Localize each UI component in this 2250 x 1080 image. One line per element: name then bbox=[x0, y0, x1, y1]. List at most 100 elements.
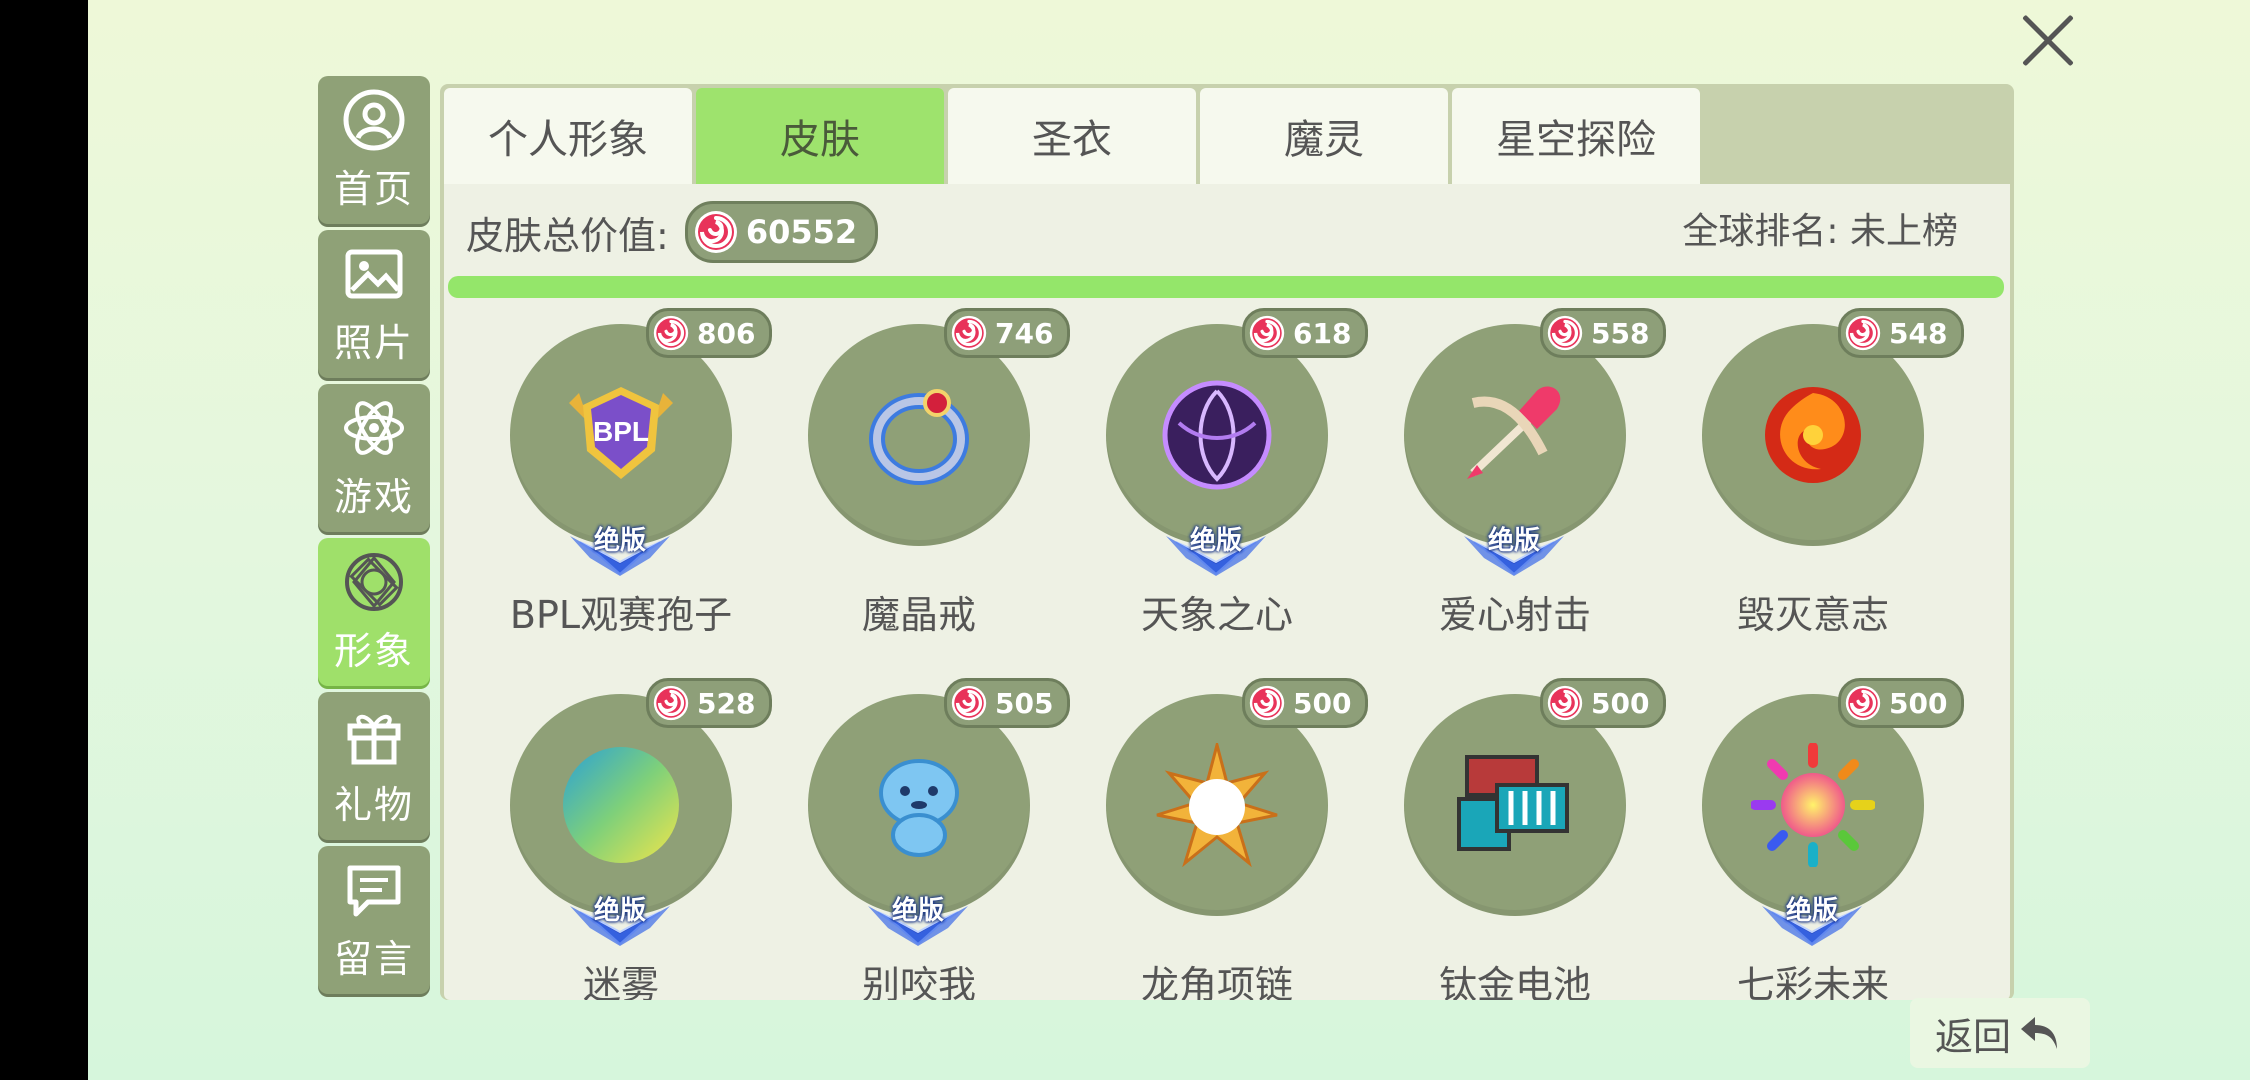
limited-badge: 绝版 bbox=[1762, 888, 1862, 946]
fire-swirl-icon bbox=[1751, 373, 1875, 497]
skin-item[interactable]: 528 绝版迷雾 bbox=[466, 664, 773, 1000]
candy-icon bbox=[1845, 315, 1881, 351]
price-value: 806 bbox=[697, 316, 756, 350]
limited-badge-label: 绝版 bbox=[593, 896, 646, 926]
tab-1[interactable]: 皮肤 bbox=[696, 88, 944, 184]
price-pill: 548 bbox=[1838, 308, 1965, 358]
total-value-label: 皮肤总价值: bbox=[466, 213, 669, 258]
candy-icon bbox=[653, 315, 689, 351]
skin-item[interactable]: 548 毁灭意志 bbox=[1658, 294, 1965, 664]
skin-item-name: 魔晶戒 bbox=[861, 593, 976, 637]
skin-item-name: 毁灭意志 bbox=[1736, 593, 1889, 637]
candy-icon bbox=[1249, 685, 1285, 721]
skin-item-name: 爱心射击 bbox=[1438, 593, 1591, 637]
sidebar-item-label: 礼物 bbox=[333, 782, 414, 827]
price-value: 500 bbox=[1889, 686, 1948, 720]
limited-badge: 绝版 bbox=[1166, 518, 1266, 576]
price-value: 528 bbox=[697, 686, 756, 720]
candy-icon bbox=[951, 685, 987, 721]
limited-badge: 绝版 bbox=[868, 888, 968, 946]
price-pill: 500 bbox=[1838, 678, 1965, 728]
candy-icon bbox=[951, 315, 987, 351]
ring-icon bbox=[857, 373, 981, 497]
price-value: 500 bbox=[1293, 686, 1352, 720]
tab-4[interactable]: 星空探险 bbox=[1452, 88, 1700, 184]
candy-icon bbox=[1547, 685, 1583, 721]
profile-panel: 个人形象 皮肤 圣衣 魔灵 星空探险 皮肤总价值: 60552 全球排名: 未上榜 BP… bbox=[440, 84, 2014, 1000]
global-rank: 全球排名: 未上榜 bbox=[1682, 211, 1958, 252]
message-icon bbox=[342, 858, 406, 922]
sun-burst-icon bbox=[1155, 743, 1279, 867]
limited-badge-label: 绝版 bbox=[1189, 526, 1242, 556]
close-icon bbox=[2020, 12, 2076, 68]
price-value: 505 bbox=[995, 686, 1054, 720]
candy-icon bbox=[1249, 315, 1285, 351]
skin-item-name: 别咬我 bbox=[861, 963, 976, 1000]
svg-text:BPL: BPL bbox=[593, 416, 649, 447]
photo-icon bbox=[342, 242, 406, 306]
back-button[interactable]: 返回 bbox=[1910, 998, 2090, 1068]
price-pill: 528 bbox=[646, 678, 773, 728]
screen: 首页照片游戏形象礼物留言 个人形象 皮肤 圣衣 魔灵 星空探险 皮肤总价值: 60552… bbox=[88, 0, 2250, 1080]
limited-badge-label: 绝版 bbox=[1487, 526, 1540, 556]
candy-icon bbox=[1845, 685, 1881, 721]
limited-badge: 绝版 bbox=[570, 888, 670, 946]
sidebar-item-label: 形象 bbox=[333, 628, 414, 673]
limited-badge: 绝版 bbox=[570, 518, 670, 576]
sidebar-item-label: 游戏 bbox=[333, 474, 414, 519]
skin-item-name: 天象之心 bbox=[1140, 593, 1293, 637]
skin-item[interactable]: 500 钛金电池 bbox=[1360, 664, 1667, 1000]
price-pill: 500 bbox=[1540, 678, 1667, 728]
back-label: 返回 bbox=[1934, 1014, 2011, 1059]
price-value: 746 bbox=[995, 316, 1054, 350]
gift-icon bbox=[342, 704, 406, 768]
tab-bar: 个人形象 皮肤 圣衣 魔灵 星空探险 bbox=[444, 88, 1704, 184]
limited-badge-label: 绝版 bbox=[891, 896, 944, 926]
candy-icon bbox=[653, 685, 689, 721]
sidebar-item-5[interactable]: 留言 bbox=[318, 846, 430, 994]
candy-icon bbox=[1547, 315, 1583, 351]
sidebar-item-3[interactable]: 形象 bbox=[318, 538, 430, 686]
heart-arrow-icon bbox=[1453, 373, 1577, 497]
sidebar-item-1[interactable]: 照片 bbox=[318, 230, 430, 378]
skin-item-name: 龙角项链 bbox=[1140, 963, 1293, 1000]
gem-icon bbox=[342, 550, 406, 614]
price-pill: 806 bbox=[646, 308, 773, 358]
skin-item[interactable]: 746 魔晶戒 bbox=[764, 294, 1071, 664]
total-value: 60552 bbox=[745, 213, 858, 251]
skin-content: 皮肤总价值: 60552 全球排名: 未上榜 BPL 806 绝版 BPL观赛孢子 74… bbox=[444, 184, 2010, 1000]
candy-icon bbox=[694, 210, 738, 254]
price-pill: 500 bbox=[1242, 678, 1369, 728]
tab-0[interactable]: 个人形象 bbox=[444, 88, 692, 184]
sidebar-item-2[interactable]: 游戏 bbox=[318, 384, 430, 532]
skin-item-name: 钛金电池 bbox=[1438, 963, 1591, 1000]
price-pill: 505 bbox=[944, 678, 1071, 728]
price-pill: 558 bbox=[1540, 308, 1667, 358]
total-value-summary: 皮肤总价值: 60552 bbox=[466, 201, 879, 263]
sidebar-item-label: 首页 bbox=[333, 166, 414, 211]
price-value: 500 bbox=[1591, 686, 1650, 720]
price-value: 558 bbox=[1591, 316, 1650, 350]
limited-badge: 绝版 bbox=[1464, 518, 1564, 576]
price-pill: 618 bbox=[1242, 308, 1369, 358]
skin-item[interactable]: BPL 806 绝版 BPL观赛孢子 bbox=[466, 294, 773, 664]
rainbow-sun-icon bbox=[1751, 743, 1875, 867]
skin-item-name: 迷雾 bbox=[582, 963, 659, 1000]
sidebar-item-0[interactable]: 首页 bbox=[318, 76, 430, 224]
return-arrow-icon bbox=[2021, 1017, 2057, 1049]
user-circle-icon bbox=[342, 88, 406, 152]
gradient-orb-icon bbox=[559, 743, 683, 867]
sidebar-item-label: 照片 bbox=[333, 320, 414, 365]
limited-badge-label: 绝版 bbox=[593, 526, 646, 556]
skin-item[interactable]: 558 绝版爱心射击 bbox=[1360, 294, 1667, 664]
skin-grid: BPL 806 绝版 BPL观赛孢子 746 魔晶戒 618 绝版 天象之心 558 绝版 爱心射击 5… bbox=[444, 294, 2010, 1000]
skin-item[interactable]: 500 绝版 七彩未来 bbox=[1658, 664, 1965, 1000]
tab-3[interactable]: 魔灵 bbox=[1200, 88, 1448, 184]
skin-item[interactable]: 505 绝版别咬我 bbox=[764, 664, 1071, 1000]
tab-2[interactable]: 圣衣 bbox=[948, 88, 1196, 184]
skin-item[interactable]: 500 龙角项链 bbox=[1062, 664, 1369, 1000]
blue-creature-icon bbox=[857, 743, 981, 867]
battery-icon bbox=[1453, 743, 1577, 867]
skin-item[interactable]: 618 绝版天象之心 bbox=[1062, 294, 1369, 664]
sidebar-item-4[interactable]: 礼物 bbox=[318, 692, 430, 840]
